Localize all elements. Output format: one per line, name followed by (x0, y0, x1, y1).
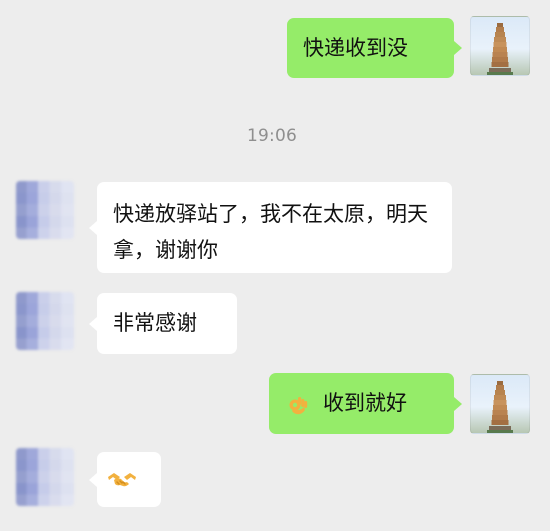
sent-message-bubble: 收到就好 (269, 373, 454, 434)
message-timestamp: 19:06 (247, 126, 297, 146)
sent-message-text: 快递收到没 (303, 35, 408, 60)
handshake-icon (105, 467, 139, 493)
received-message-bubble: 快递放驿站了，我不在太原，明天拿，谢谢你 (97, 182, 452, 273)
sent-message-text: 收到就好 (323, 391, 407, 415)
self-avatar[interactable] (470, 16, 530, 76)
received-message-text: 非常感谢 (113, 311, 197, 335)
received-message-text: 快递放驿站了，我不在太原，明天拿，谢谢你 (113, 202, 428, 262)
contact-avatar[interactable] (16, 448, 74, 506)
sent-message-bubble: 快递收到没 (287, 18, 454, 78)
contact-avatar[interactable] (16, 181, 74, 239)
self-avatar[interactable] (470, 374, 530, 434)
ok-hand-icon (287, 393, 309, 415)
contact-avatar[interactable] (16, 292, 74, 350)
received-message-bubble: 非常感谢 (97, 293, 237, 354)
tower-avatar-icon (487, 381, 513, 433)
received-message-bubble (97, 452, 161, 507)
tower-avatar-icon (487, 23, 513, 75)
